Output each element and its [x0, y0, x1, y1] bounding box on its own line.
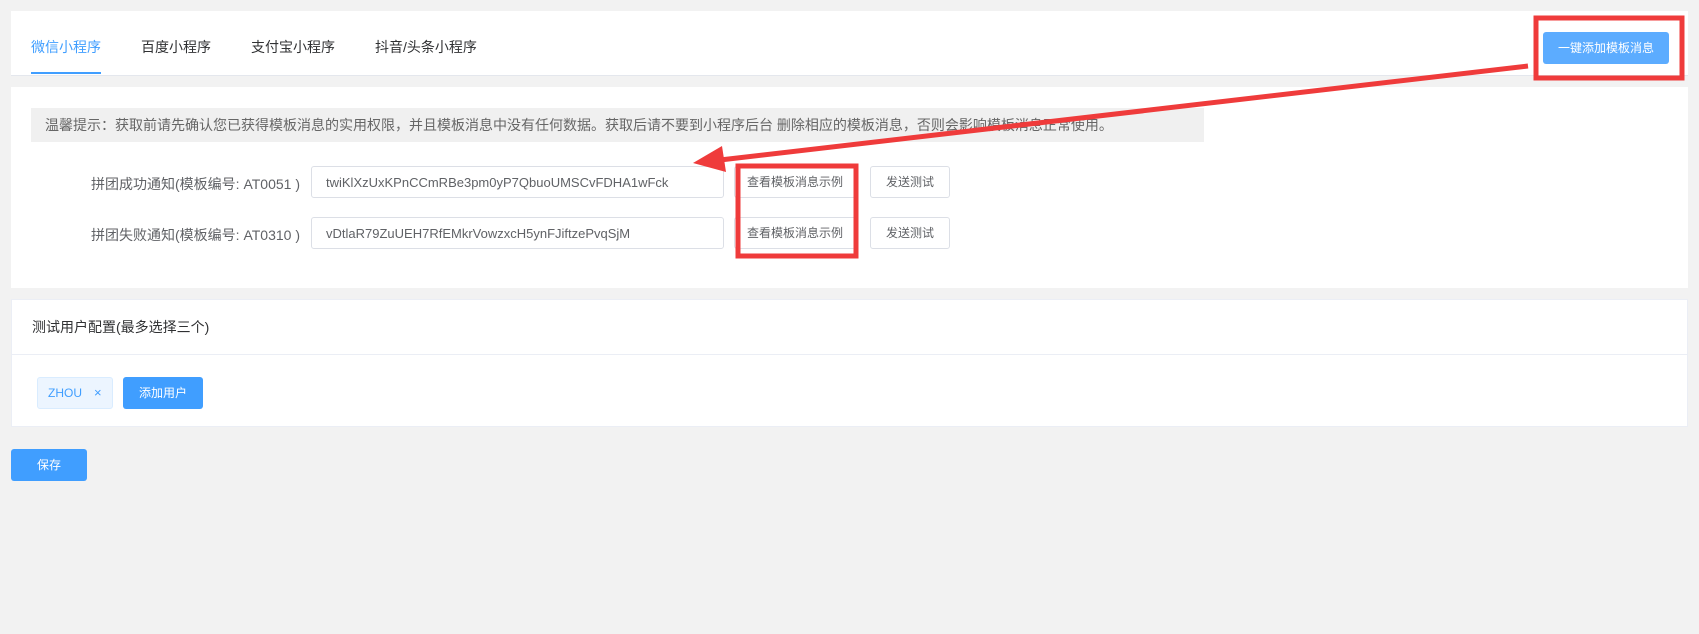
- user-tag: ZHOU ×: [37, 377, 113, 409]
- template-fail-label: 拼团失败通知(模板编号: AT0310 ): [91, 227, 300, 243]
- tabs-bar: 微信小程序 百度小程序 支付宝小程序 抖音/头条小程序: [11, 11, 1688, 76]
- tab-baidu[interactable]: 百度小程序: [141, 11, 211, 76]
- view-fail-example-button[interactable]: 查看模板消息示例: [734, 217, 856, 249]
- tab-alipay[interactable]: 支付宝小程序: [251, 11, 335, 76]
- tip-banner: 温馨提示：获取前请先确认您已获得模板消息的实用权限，并且模板消息中没有任何数据。…: [31, 108, 1204, 142]
- add-user-button[interactable]: 添加用户: [123, 377, 203, 409]
- view-success-example-button[interactable]: 查看模板消息示例: [734, 166, 856, 198]
- template-fail-id-input[interactable]: [311, 217, 724, 249]
- page: 微信小程序 百度小程序 支付宝小程序 抖音/头条小程序 一键添加模板消息 温馨提…: [0, 0, 1699, 634]
- test-users-card: 测试用户配置(最多选择三个) ZHOU × 添加用户: [11, 299, 1688, 427]
- active-tab-indicator: [31, 72, 101, 74]
- add-template-button[interactable]: 一键添加模板消息: [1543, 32, 1669, 64]
- send-success-test-button[interactable]: 发送测试: [870, 166, 950, 198]
- close-icon[interactable]: ×: [94, 385, 102, 400]
- template-success-label: 拼团成功通知(模板编号: AT0051 ): [91, 176, 300, 192]
- test-users-title: 测试用户配置(最多选择三个): [12, 300, 1687, 355]
- save-button[interactable]: 保存: [11, 449, 87, 481]
- user-tag-name: ZHOU: [48, 386, 82, 400]
- template-success-id-input[interactable]: [311, 166, 724, 198]
- tab-wechat[interactable]: 微信小程序: [31, 11, 101, 76]
- template-settings-card: 温馨提示：获取前请先确认您已获得模板消息的实用权限，并且模板消息中没有任何数据。…: [11, 87, 1688, 288]
- tab-douyin[interactable]: 抖音/头条小程序: [375, 11, 477, 76]
- send-fail-test-button[interactable]: 发送测试: [870, 217, 950, 249]
